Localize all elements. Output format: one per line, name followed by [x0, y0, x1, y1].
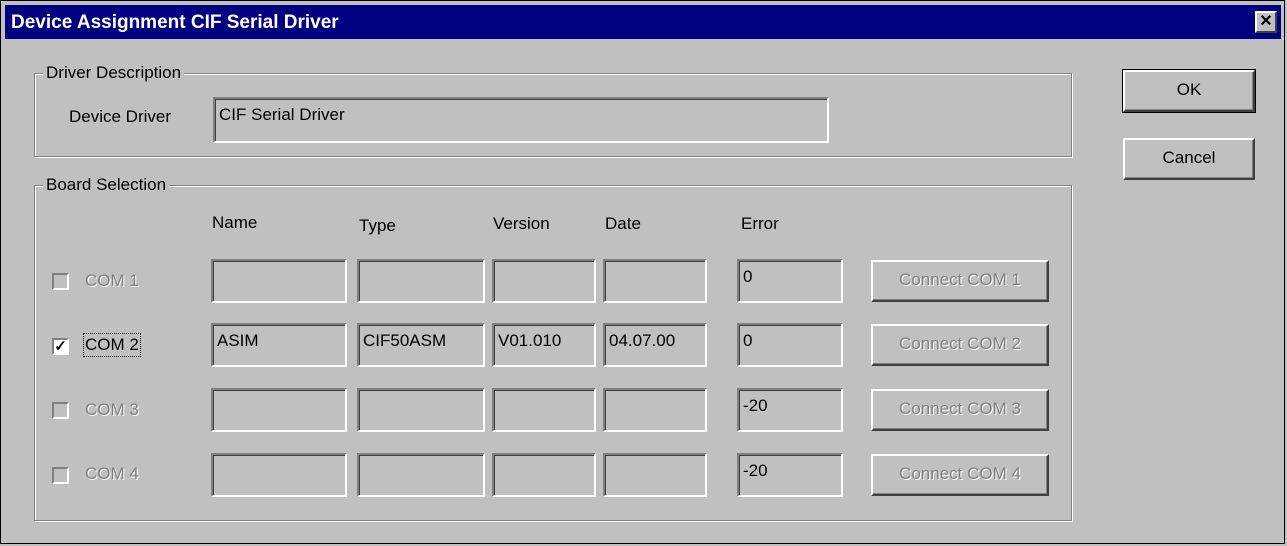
com1-version-field [492, 259, 596, 303]
connect-com4-button[interactable]: Connect COM 4 [871, 454, 1049, 496]
com1-name-field [211, 259, 347, 303]
device-driver-field: CIF Serial Driver [213, 97, 829, 143]
com2-type-field: CIF50ASM [357, 323, 485, 367]
com3-error-field: -20 [737, 388, 843, 432]
com2-error-field: 0 [737, 323, 843, 367]
cancel-button[interactable]: Cancel [1123, 138, 1255, 180]
device-driver-label: Device Driver [69, 107, 172, 126]
com1-date-field [603, 259, 707, 303]
driver-description-label: Driver Description [43, 63, 185, 83]
com3-type-field [357, 388, 485, 432]
com2-date-field: 04.07.00 [603, 323, 707, 367]
com2-checkbox[interactable]: ✓ [52, 338, 69, 355]
com4-type-field [357, 453, 485, 497]
com2-label: COM 2 [83, 333, 141, 357]
ok-button[interactable]: OK [1122, 69, 1256, 113]
com1-error-field: 0 [737, 259, 843, 303]
com4-name-field [211, 453, 347, 497]
column-header-type: Type [359, 216, 396, 235]
com4-label: COM 4 [85, 464, 139, 483]
dialog-window: Device Assignment CIF Serial Driver ✕ Dr… [0, 0, 1285, 544]
com3-checkbox[interactable] [52, 402, 69, 419]
title-bar: Device Assignment CIF Serial Driver ✕ [5, 5, 1281, 39]
com3-version-field [492, 388, 596, 432]
close-icon[interactable]: ✕ [1255, 11, 1277, 33]
com1-label: COM 1 [85, 271, 139, 290]
com3-name-field [211, 388, 347, 432]
com2-version-field: V01.010 [492, 323, 596, 367]
board-selection-label: Board Selection [43, 175, 170, 195]
com3-date-field [603, 388, 707, 432]
com2-name-field: ASIM [211, 323, 347, 367]
window-title: Device Assignment CIF Serial Driver [11, 12, 339, 33]
com3-label: COM 3 [85, 400, 139, 419]
connect-com2-button[interactable]: Connect COM 2 [871, 324, 1049, 366]
column-header-version: Version [493, 214, 550, 233]
connect-com3-button[interactable]: Connect COM 3 [871, 389, 1049, 431]
column-header-error: Error [741, 214, 779, 233]
com1-checkbox[interactable] [52, 273, 69, 290]
column-header-date: Date [605, 214, 641, 233]
com4-version-field [492, 453, 596, 497]
connect-com1-button[interactable]: Connect COM 1 [871, 260, 1049, 302]
com1-type-field [357, 259, 485, 303]
com4-error-field: -20 [737, 453, 843, 497]
com4-date-field [603, 453, 707, 497]
com4-checkbox[interactable] [52, 467, 69, 484]
column-header-name: Name [212, 213, 258, 232]
